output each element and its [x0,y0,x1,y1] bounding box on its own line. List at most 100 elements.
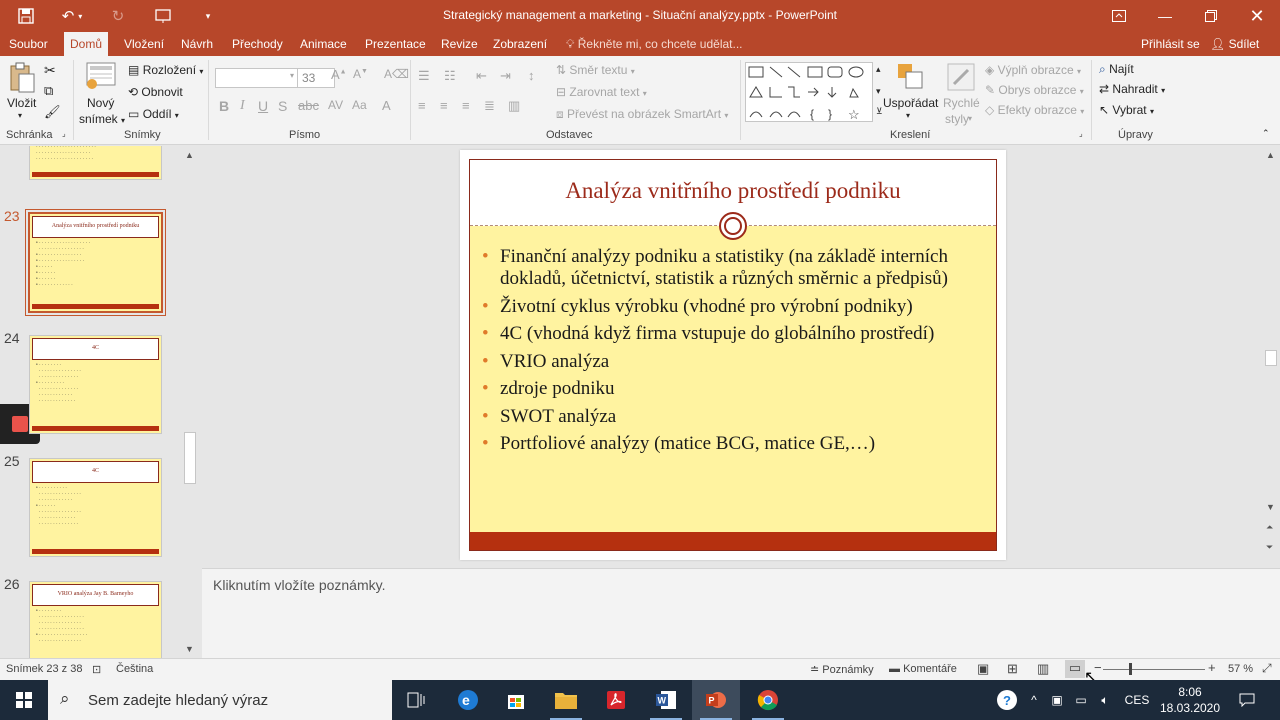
notes-pane[interactable]: Kliknutím vložíte poznámky. [202,568,1280,658]
taskbar-search-box[interactable]: ⌕ Sem zadejte hledaný výraz [48,680,392,720]
notes-toggle[interactable]: ≐ Poznámky [810,663,874,676]
increase-indent-icon[interactable]: ⇥ [500,68,511,84]
input-language-indicator[interactable]: CES [1120,680,1154,720]
zoom-slider-thumb[interactable] [1129,663,1132,675]
shape-effects-button[interactable]: ◇ Efekty obrazce ▾ [985,103,1084,117]
tab-transitions[interactable]: Přechody [226,32,289,56]
decrease-font-icon[interactable]: A▼ [353,67,368,81]
scroll-down-icon[interactable]: ▼ [185,644,194,654]
align-right-icon[interactable]: ≡ [462,98,470,113]
tab-animations[interactable]: Animace [294,32,353,56]
shapes-more-icon[interactable]: ⊻ [876,106,883,117]
text-direction-button[interactable]: ⇅ Směr textu ▾ [556,63,635,77]
find-button[interactable]: ⌕ Najít [1099,62,1134,77]
acrobat-reader-icon[interactable] [592,680,640,720]
tab-design[interactable]: Návrh [175,32,219,56]
section-button[interactable]: ▭ Oddíl ▾ [128,107,179,121]
thumbnail-scrollbar[interactable]: ▲ ▼ [182,146,199,658]
quick-styles-icon[interactable] [946,62,976,95]
clipboard-launcher-icon[interactable]: ⌟ [62,129,66,138]
quick-styles-label-2[interactable]: styly [945,112,969,126]
shapes-scroll-up-icon[interactable]: ▴ [876,64,881,75]
zoom-level[interactable]: 57 % [1228,663,1253,675]
paste-button[interactable]: Vložit [7,96,36,110]
columns-icon[interactable]: ▥ [508,98,520,114]
slide-thumbnail-25[interactable]: 4C • · · · · · · · · · · · · · · · · · ·… [29,458,162,557]
select-button[interactable]: ↖ Vybrat ▾ [1099,103,1154,117]
format-painter-icon[interactable]: 🖌︎ [44,104,61,120]
cut-icon[interactable]: ✂ [44,62,56,79]
save-icon[interactable] [8,0,44,32]
scroll-up-icon[interactable]: ▲ [185,150,194,160]
bullet-item[interactable]: 4C (vhodná když firma vstupuje do globál… [482,323,986,345]
arrange-icon[interactable] [896,62,926,95]
taskbar-clock[interactable]: 8:06 18.03.2020 [1157,684,1223,716]
minimize-icon[interactable]: — [1142,0,1188,32]
restore-icon[interactable] [1188,0,1234,32]
bullet-item[interactable]: Finanční analýzy podniku a statistiky (n… [482,246,986,290]
slide-thumbnail-24[interactable]: 4C • · · · · · · · · · · · · · · · · · ·… [29,335,162,434]
bullet-item[interactable]: zdroje podniku [482,378,986,400]
action-center-icon[interactable] [1234,680,1260,720]
quick-styles-dropdown-icon[interactable]: ▾ [968,114,972,123]
slide-thumbnail-26[interactable]: VRIO analýza Jay B. Barneyho • · · · · ·… [29,581,162,658]
share-button[interactable]: 👤︎ Sdílet [1210,32,1259,56]
numbering-icon[interactable]: ☷ [444,68,456,84]
copy-icon[interactable]: ⧉ [44,83,53,99]
bullet-item[interactable]: VRIO analýza [482,351,986,373]
bold-icon[interactable]: B [219,98,229,114]
start-slideshow-icon[interactable] [146,0,182,32]
paste-dropdown-icon[interactable]: ▾ [18,111,22,120]
decrease-indent-icon[interactable]: ⇤ [476,68,487,84]
bullets-icon[interactable]: ☰ [418,68,430,84]
scroll-up-icon[interactable]: ▲ [1266,150,1275,160]
slide-thumbnail-23[interactable]: Analýza vnitřního prostředí podniku • · … [25,209,166,316]
reset-button[interactable]: ⟲ Obnovit [128,85,183,99]
tab-file[interactable]: Soubor [3,32,54,56]
previous-slide-icon[interactable]: ⏶ [1266,522,1273,533]
underline-icon[interactable]: U [258,98,268,114]
zoom-out-icon[interactable]: − [1094,660,1102,675]
increase-font-icon[interactable]: A▲ [331,67,347,82]
zoom-slider-track[interactable] [1103,669,1205,670]
volume-icon[interactable]: 🔈︎ [1094,680,1116,720]
customize-toolbar-icon[interactable]: ▾ [196,0,220,32]
tab-review[interactable]: Revize [435,32,484,56]
language-indicator[interactable]: Čeština [116,663,153,675]
shape-fill-button[interactable]: ◈ Výplň obrazce ▾ [985,63,1081,77]
normal-view-icon[interactable]: ▣ [977,661,989,677]
new-slide-label-1[interactable]: Nový [87,96,114,110]
tab-home[interactable]: Domů [64,32,109,56]
arrange-dropdown-icon[interactable]: ▾ [906,111,910,120]
character-spacing-icon[interactable]: AV [328,98,343,112]
arrange-button[interactable]: Uspořádat [883,96,938,110]
shape-outline-button[interactable]: ✎ Obrys obrazce ▾ [985,83,1084,97]
close-icon[interactable]: ✕ [1234,0,1280,32]
tab-insert[interactable]: Vložení [118,32,170,56]
reading-view-icon[interactable]: ▥ [1037,661,1049,677]
font-name-input[interactable] [215,68,299,88]
windows-start-icon[interactable] [0,680,48,720]
comments-toggle[interactable]: ▬ Komentáře [889,663,957,675]
edge-browser-icon[interactable]: e [444,680,492,720]
font-name-dropdown-icon[interactable]: ▾ [290,71,294,80]
scrollbar-thumb[interactable] [184,432,196,484]
collapse-ribbon-icon[interactable]: ⌃ [1262,128,1270,139]
slide-bullet-list[interactable]: Finanční analýzy podniku a statistiky (n… [482,246,986,461]
shadow-icon[interactable]: S [278,98,287,114]
spell-check-icon[interactable]: ⊡ [92,663,101,676]
notes-placeholder[interactable]: Kliknutím vložíte poznámky. [213,577,385,593]
drawing-launcher-icon[interactable]: ⌟ [1079,129,1083,138]
slide-canvas[interactable]: Analýza vnitřního prostředí podniku Fina… [460,150,1006,560]
scroll-down-icon[interactable]: ▼ [1266,502,1275,512]
next-slide-icon[interactable]: ⏷ [1266,542,1273,553]
show-hidden-icons-icon[interactable]: ^ [1024,680,1044,720]
network-icon[interactable]: ▣ [1046,680,1068,720]
powerpoint-icon[interactable]: P [692,680,740,720]
microsoft-store-icon[interactable] [492,680,540,720]
slide-title[interactable]: Analýza vnitřního prostředí podniku [470,178,996,204]
tab-view[interactable]: Zobrazení [487,32,553,56]
battery-icon[interactable]: ▭ [1070,680,1092,720]
clear-formatting-icon[interactable]: A⌫ [384,67,409,81]
shapes-scroll-down-icon[interactable]: ▾ [876,86,881,97]
